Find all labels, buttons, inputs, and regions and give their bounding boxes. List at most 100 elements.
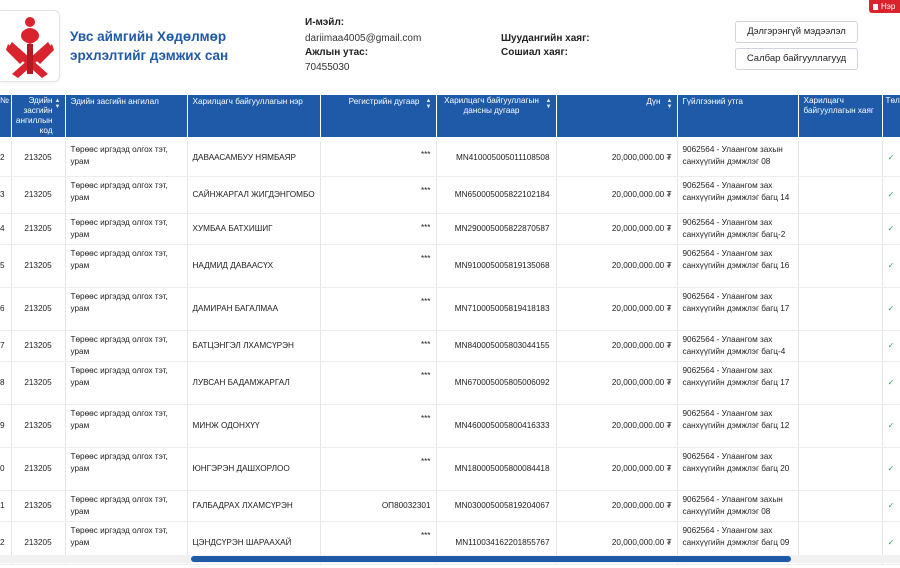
account-number: MN710005005819418183 — [436, 287, 557, 331]
table-row[interactable]: 8 213205 Төрөөс иргэдэд олгох тэт, урам ЛУВ… — [0, 361, 900, 405]
org-name-cell: ДАВААСАМБУУ НЯМБАЯР — [187, 141, 321, 177]
transaction-description: 9062564 - Улаангом зах санхүүгийн дэмжлэ… — [677, 244, 799, 288]
row-number: 5 — [0, 244, 12, 288]
register-number: *** — [320, 447, 437, 491]
register-number: *** — [320, 244, 437, 288]
corner-button-label: Нэр — [881, 2, 896, 11]
table-row[interactable]: 2 213205 Төрөөс иргэдэд олгох тэт, урам ДАВ… — [0, 141, 900, 177]
sort-icon: ▲ ▼ — [545, 98, 552, 110]
org-logo[interactable] — [0, 10, 60, 82]
document-icon — [873, 4, 878, 10]
account-number: MN670005005805006092 — [436, 361, 557, 405]
amount: 20,000,000.00 ₮ — [556, 447, 678, 491]
economic-category: Төрөөс иргэдэд олгох тэт, урам — [65, 244, 188, 288]
status-check-icon: ✓ — [882, 141, 900, 177]
phone-label: Ажлын утас: — [305, 47, 369, 58]
amount: 20,000,000.00 ₮ — [556, 490, 678, 522]
table-row[interactable]: 1 213205 Төрөөс иргэдэд олгох тэт, урам ГАЛ… — [0, 490, 900, 522]
phone-value: 70455030 — [305, 62, 350, 73]
org-address — [798, 361, 883, 405]
amount: 20,000,000.00 ₮ — [556, 361, 678, 405]
corner-red-button[interactable]: Нэр — [869, 0, 900, 13]
status-check-icon: ✓ — [882, 176, 900, 214]
header-org-name[interactable]: Харилцагч байгууллагын нэр — [187, 95, 321, 137]
org-address — [798, 244, 883, 288]
row-number: 2 — [0, 141, 12, 177]
status-check-icon: ✓ — [882, 287, 900, 331]
table-row[interactable]: 4 213205 Төрөөс иргэдэд олгох тэт, урам ХУМ… — [0, 213, 900, 245]
economic-code: 213205 — [11, 287, 66, 331]
page-header: Увс аймгийн Хөдөлмөр эрхлэлтийг дэмжих с… — [0, 0, 900, 95]
branches-button[interactable]: Салбар байгууллагууд — [735, 48, 858, 70]
register-number: *** — [320, 213, 437, 245]
header-category[interactable]: Эдийн засгийн ангилал — [65, 95, 188, 137]
economic-code: 213205 — [11, 141, 66, 177]
email-label: И-мэйл: — [305, 17, 345, 28]
header-description[interactable]: Гүйлгээний утга — [677, 95, 799, 137]
org-address — [798, 330, 883, 362]
transaction-description: 9062564 - Улаангом зах санхүүгийн дэмжлэ… — [677, 176, 799, 214]
org-name-cell: МИНЖ ОДОНХҮҮ — [187, 404, 321, 448]
economic-category: Төрөөс иргэдэд олгох тэт, урам — [65, 361, 188, 405]
table-row[interactable]: 6 213205 Төрөөс иргэдэд олгох тэт, урам ДАМ… — [0, 287, 900, 331]
email-value[interactable]: dariimaa4005@gmail.com — [305, 33, 421, 44]
header-account[interactable]: Харилцагч байгууллагын дансны дугаар ▲ ▼ — [436, 95, 557, 137]
header-amount[interactable]: Дүн ▲ ▼ — [556, 95, 678, 137]
economic-code: 213205 — [11, 213, 66, 245]
transaction-description: 9062564 - Улаангом зах санхүүгийн дэмжлэ… — [677, 447, 799, 491]
account-number: MN910005005819135068 — [436, 244, 557, 288]
org-name-cell: БАТЦЭНГЭЛ ЛХАМСҮРЭН — [187, 330, 321, 362]
sort-icon: ▲ ▼ — [666, 98, 673, 110]
table-header-row: № Эдийн засгийн ангиллын код ▲ ▼ Эдийн зас… — [0, 95, 900, 137]
account-number: MN460005005800416333 — [436, 404, 557, 448]
transaction-description: 9062564 - Улаангом захын санхүүгийн дэмж… — [677, 141, 799, 177]
sort-icon: ▲ ▼ — [425, 98, 432, 110]
org-name-cell: САЙНЖАРГАЛ ЖИГДЭНГОМБО — [187, 176, 321, 214]
economic-code: 213205 — [11, 330, 66, 362]
status-check-icon: ✓ — [882, 330, 900, 362]
table-row[interactable]: 9 213205 Төрөөс иргэдэд олгох тэт, урам МИН… — [0, 404, 900, 448]
row-number: 7 — [0, 330, 12, 362]
horizontal-scrollbar-thumb[interactable] — [191, 556, 791, 562]
org-address — [798, 213, 883, 245]
row-number: 0 — [0, 447, 12, 491]
header-status[interactable]: Төлөв — [882, 95, 900, 137]
transaction-description: 9062564 - Улаангом захын санхүүгийн дэмж… — [677, 490, 799, 522]
transaction-description: 9062564 - Улаангом зах санхүүгийн дэмжлэ… — [677, 287, 799, 331]
org-name-cell: ХУМБАА БАТХИШИГ — [187, 213, 321, 245]
amount: 20,000,000.00 ₮ — [556, 176, 678, 214]
economic-code: 213205 — [11, 176, 66, 214]
row-number: 8 — [0, 361, 12, 405]
org-name: Увс аймгийн Хөдөлмөр эрхлэлтийг дэмжих с… — [70, 29, 229, 63]
status-check-icon: ✓ — [882, 244, 900, 288]
status-check-icon: ✓ — [882, 213, 900, 245]
transaction-description: 9062564 - Улаангом зах санхүүгийн дэмжлэ… — [677, 361, 799, 405]
social-label: Сошиал хаяг: — [501, 47, 568, 58]
table-row[interactable]: 5 213205 Төрөөс иргэдэд олгох тэт, урам НАД… — [0, 244, 900, 288]
details-button[interactable]: Дэлгэрэнгүй мэдээлэл — [735, 21, 858, 43]
status-check-icon: ✓ — [882, 447, 900, 491]
economic-category: Төрөөс иргэдэд олгох тэт, урам — [65, 490, 188, 522]
table-row[interactable]: 7 213205 Төрөөс иргэдэд олгох тэт, урам БАТ… — [0, 330, 900, 362]
header-address[interactable]: Харилцагч байгууллагын хаяг — [798, 95, 883, 137]
amount: 20,000,000.00 ₮ — [556, 213, 678, 245]
header-code[interactable]: Эдийн засгийн ангиллын код ▲ ▼ — [11, 95, 66, 137]
transaction-description: 9062564 - Улаангом зах санхүүгийн дэмжлэ… — [677, 404, 799, 448]
transactions-table-wrap[interactable]: № Эдийн засгийн ангиллын код ▲ ▼ Эдийн зас… — [0, 95, 900, 568]
org-name-cell: ЛУВСАН БАДАМЖАРГАЛ — [187, 361, 321, 405]
amount: 20,000,000.00 ₮ — [556, 404, 678, 448]
org-name-cell: НАДМИД ДАВААСҮХ — [187, 244, 321, 288]
economic-code: 213205 — [11, 490, 66, 522]
transactions-table: № Эдийн засгийн ангиллын код ▲ ▼ Эдийн зас… — [0, 95, 900, 565]
org-address — [798, 287, 883, 331]
economic-code: 213205 — [11, 244, 66, 288]
account-number: MN410005005011108508 — [436, 141, 557, 177]
table-row[interactable]: 0 213205 Төрөөс иргэдэд олгох тэт, урам ЮНГ… — [0, 447, 900, 491]
header-register[interactable]: Регистрийн дугаар ▲ ▼ — [320, 95, 437, 137]
economic-category: Төрөөс иргэдэд олгох тэт, урам — [65, 330, 188, 362]
table-row[interactable]: 3 213205 Төрөөс иргэдэд олгох тэт, урам САЙ… — [0, 176, 900, 214]
row-number: 9 — [0, 404, 12, 448]
header-no[interactable]: № — [0, 95, 12, 137]
amount: 20,000,000.00 ₮ — [556, 330, 678, 362]
register-number: ОП80032301 — [320, 490, 437, 522]
